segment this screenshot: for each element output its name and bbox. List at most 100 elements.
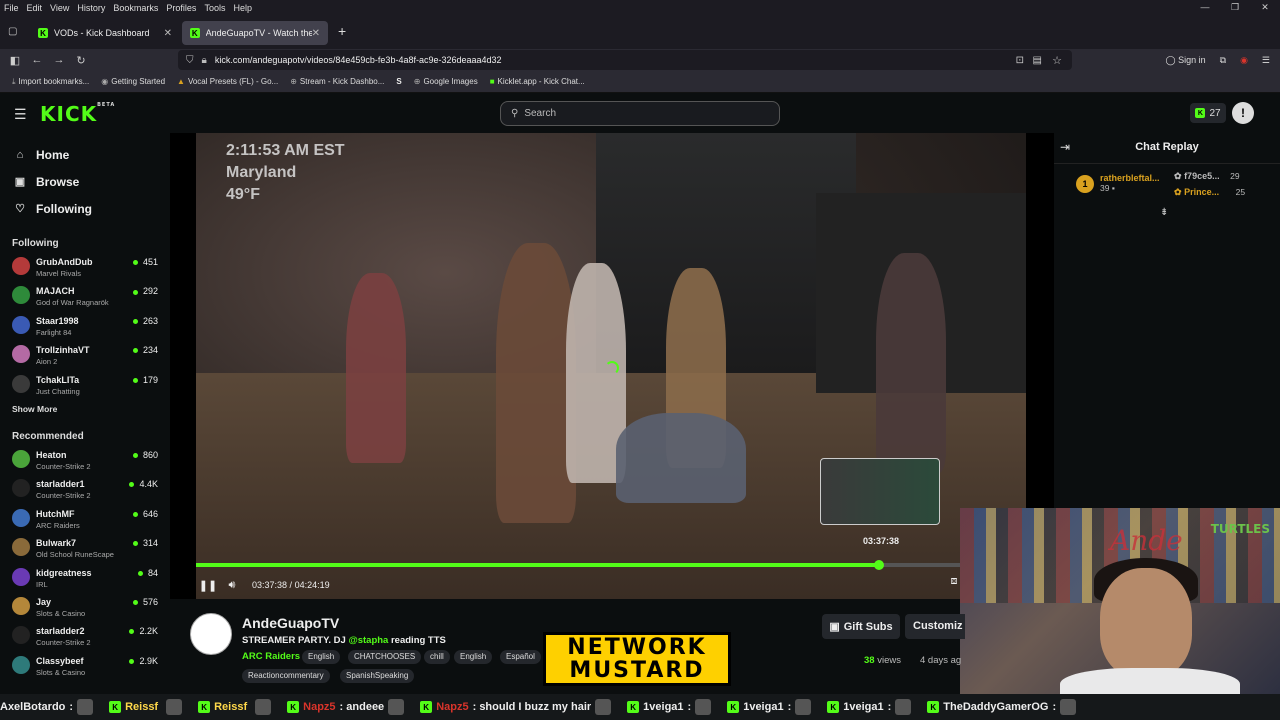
kick-points-button[interactable]: K 27 (1190, 103, 1226, 123)
channel-item[interactable]: starladder1 Counter-Strike 2 4.4K (0, 475, 170, 504)
channel-item[interactable]: GrubAndDub Marvel Rivals 451 (0, 253, 170, 282)
emote-icon (895, 699, 912, 715)
top-gifter-3[interactable]: ✿ Prince... 25 (1174, 187, 1245, 198)
forward-icon[interactable]: → (48, 54, 70, 66)
tag-chip[interactable]: chill (424, 650, 450, 664)
bookmark-vocal-presets[interactable]: ▲ Vocal Presets (FL) - Go... (171, 77, 284, 86)
channel-name: Staar1998 (36, 315, 79, 326)
show-more-button[interactable]: Show More (0, 404, 170, 414)
video-player[interactable]: 2:11:53 AM EST Maryland 49°F 03:37:38 ❚❚… (170, 133, 1054, 599)
channel-viewers: 84 (138, 568, 158, 578)
sidebar-item-home[interactable]: ⌂ Home (0, 141, 170, 168)
minimize-icon[interactable]: — (1190, 0, 1220, 15)
kick-badge-icon: K (287, 701, 300, 713)
pause-icon[interactable]: ❚❚ (196, 579, 220, 592)
progress-bar[interactable] (196, 560, 1026, 570)
toolbar-right: ◯ Sign in ⧉ ◉ ☰ (1166, 49, 1280, 71)
close-window-icon[interactable]: ✕ (1250, 0, 1280, 15)
tag-chip[interactable]: CHATCHOOSES (348, 650, 422, 664)
reload-icon[interactable]: ↻ (70, 54, 92, 67)
sidebar-toggle-icon[interactable]: ◧ (4, 54, 26, 67)
kick-logo[interactable]: KICKBETA (40, 102, 115, 126)
channel-item[interactable]: Staar1998 Farlight 84 263 (0, 312, 170, 341)
channel-item[interactable]: starladder2 Counter-Strike 2 2.2K (0, 622, 170, 651)
menu-help[interactable]: Help (229, 3, 256, 13)
channel-item[interactable]: Heaton Counter-Strike 2 860 (0, 446, 170, 475)
expand-gifters-icon[interactable]: ⇟ (1160, 207, 1168, 218)
customize-button[interactable]: Customiz (905, 614, 965, 639)
tag-chip[interactable]: SpanishSpeaking (340, 669, 415, 683)
reader-view-icon[interactable]: ▤ (1033, 55, 1042, 66)
menu-tools[interactable]: Tools (200, 3, 229, 13)
tag-chip[interactable]: English (302, 650, 341, 664)
channel-item[interactable]: kidgreatness IRL 84 (0, 564, 170, 593)
lock-icon[interactable]: 🔒︎ (202, 55, 207, 66)
sidebar-item-following[interactable]: ♡ Following (0, 195, 170, 222)
bookmark-kicklet[interactable]: ■ Kicklet.app - Kick Chat... (484, 77, 591, 86)
gift-subs-button[interactable]: ▣ Gift Subs (822, 614, 900, 639)
kick-badge-icon: K (927, 701, 940, 713)
gift-icon: ▪ (1111, 183, 1115, 193)
menu-view[interactable]: View (46, 3, 73, 13)
search-icon: ⚲ (511, 108, 519, 119)
close-tab-icon[interactable]: ✕ (312, 28, 320, 39)
volume-icon[interactable]: 🔊︎ (220, 579, 244, 592)
bookmark-star-icon[interactable]: ☆ (1052, 54, 1062, 67)
url-text: kick.com/andeguapotv/videos/84e459cb-fe3… (214, 55, 502, 65)
bookmark-google-images[interactable]: ⊕ Google Images (408, 77, 484, 86)
sign-in-button[interactable]: ◯ Sign in (1166, 55, 1206, 66)
channel-name: Classybeef (36, 655, 84, 666)
channel-item[interactable]: Jay Slots & Casino 576 (0, 593, 170, 622)
channel-item[interactable]: MAJACH God of War Ragnarök 292 (0, 282, 170, 311)
channel-item[interactable]: Classybeef Slots & Casino 2.9K (0, 652, 170, 681)
menu-edit[interactable]: Edit (23, 3, 47, 13)
channel-item[interactable]: Bulwark7 Old School RuneScape 314 (0, 534, 170, 563)
tab-andeguapotv-vod[interactable]: K AndeGuapoTV - Watch the VOD ✕ (182, 21, 328, 45)
new-tab-button[interactable]: + (338, 23, 346, 39)
hamburger-menu-icon[interactable]: ☰ (14, 106, 27, 123)
emote-icon (1060, 699, 1077, 715)
app-menu-icon[interactable]: ☰ (1262, 55, 1270, 66)
tag-chip[interactable]: English (454, 650, 493, 664)
extension-badge-icon[interactable]: ◉ (1240, 55, 1248, 66)
close-tab-icon[interactable]: ✕ (164, 28, 172, 39)
tab-label: VODs - Kick Dashboard (54, 28, 150, 38)
shield-icon[interactable]: ⛉ (186, 55, 194, 66)
restore-icon[interactable]: ❐ (1220, 0, 1250, 15)
tab-overview-icon[interactable]: ▢ (8, 26, 17, 37)
kick-points-icon: K (1195, 108, 1206, 118)
chat-divider (1054, 163, 1280, 164)
streamer-avatar[interactable] (190, 613, 232, 655)
bookmark-stream-dashboard[interactable]: ⊕ Stream - Kick Dashbo... (284, 77, 390, 86)
menu-history[interactable]: History (73, 3, 109, 13)
channel-item[interactable]: HutchMF ARC Raiders 646 (0, 505, 170, 534)
menu-bookmarks[interactable]: Bookmarks (109, 3, 162, 13)
ticker-username: 1veiga1 (643, 701, 684, 713)
back-icon[interactable]: ← (26, 54, 48, 66)
tab-vods-dashboard[interactable]: K VODs - Kick Dashboard ✕ (30, 21, 180, 45)
menu-profiles[interactable]: Profiles (162, 3, 200, 13)
tag-chip[interactable]: Reactioncommentary (242, 669, 330, 683)
channel-category: Slots & Casino (36, 667, 86, 677)
channel-category: Slots & Casino (36, 608, 86, 618)
search-input[interactable]: ⚲ Search (500, 101, 780, 126)
channel-item[interactable]: TchakLITa Just Chatting 179 (0, 371, 170, 400)
bookmark-import[interactable]: ⤓ Import bookmarks... (6, 77, 95, 87)
channel-item[interactable]: TrollzinhaVT Aion 2 234 (0, 341, 170, 370)
channel-name: Heaton (36, 449, 67, 460)
title-mention[interactable]: @stapha (348, 635, 388, 646)
screenshot-icon[interactable]: ⊡ (1016, 55, 1024, 66)
user-avatar[interactable]: ! (1232, 102, 1254, 124)
search-placeholder: Search (524, 108, 557, 119)
streamer-name[interactable]: AndeGuapoTV (242, 615, 339, 631)
tag-chip[interactable]: Español (500, 650, 541, 664)
bookmark-getting-started[interactable]: ◉ Getting Started (95, 77, 171, 86)
extensions-icon[interactable]: ⧉ (1220, 55, 1226, 66)
bookmark-s[interactable]: S (390, 77, 407, 86)
stream-category[interactable]: ARC Raiders (242, 651, 300, 662)
menu-file[interactable]: File (0, 3, 23, 13)
top-gifter-2[interactable]: ✿ f79ce5... 29 (1174, 171, 1240, 182)
url-bar[interactable]: ⛉ 🔒︎ kick.com/andeguapotv/videos/84e459c… (178, 50, 1072, 70)
top-gifter-1[interactable]: ratherbleftal... 39 ▪ (1100, 173, 1160, 193)
sidebar-item-browse[interactable]: ▣ Browse (0, 168, 170, 195)
